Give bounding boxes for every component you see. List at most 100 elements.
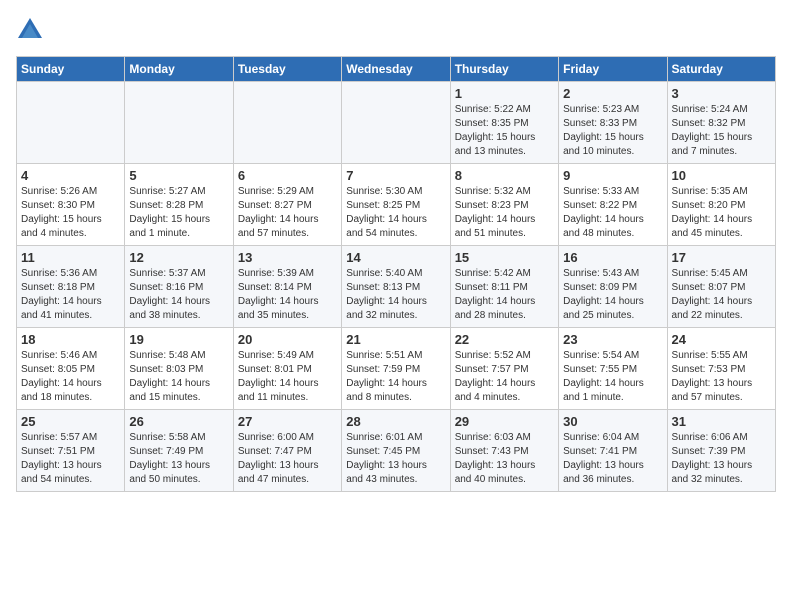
- day-info: Sunrise: 5:58 AM Sunset: 7:49 PM Dayligh…: [129, 431, 228, 487]
- day-number: 2: [563, 86, 662, 101]
- day-info: Sunrise: 5:33 AM Sunset: 8:22 PM Dayligh…: [563, 185, 662, 241]
- header-day-thursday: Thursday: [450, 57, 558, 82]
- day-info: Sunrise: 6:03 AM Sunset: 7:43 PM Dayligh…: [455, 431, 554, 487]
- day-number: 26: [129, 414, 228, 429]
- day-info: Sunrise: 5:40 AM Sunset: 8:13 PM Dayligh…: [346, 267, 445, 323]
- calendar-cell: 12 Sunrise: 5:37 AM Sunset: 8:16 PM Dayli…: [125, 246, 233, 328]
- day-number: 6: [238, 168, 337, 183]
- day-number: 30: [563, 414, 662, 429]
- header-day-monday: Monday: [125, 57, 233, 82]
- calendar-cell: 9 Sunrise: 5:33 AM Sunset: 8:22 PM Daylig…: [559, 164, 667, 246]
- calendar-cell: 10 Sunrise: 5:35 AM Sunset: 8:20 PM Dayli…: [667, 164, 775, 246]
- day-number: 23: [563, 332, 662, 347]
- calendar-cell: 2 Sunrise: 5:23 AM Sunset: 8:33 PM Daylig…: [559, 82, 667, 164]
- day-info: Sunrise: 5:46 AM Sunset: 8:05 PM Dayligh…: [21, 349, 120, 405]
- day-number: 12: [129, 250, 228, 265]
- day-info: Sunrise: 5:24 AM Sunset: 8:32 PM Dayligh…: [672, 103, 771, 159]
- calendar-cell: [233, 82, 341, 164]
- day-info: Sunrise: 5:48 AM Sunset: 8:03 PM Dayligh…: [129, 349, 228, 405]
- calendar-cell: 28 Sunrise: 6:01 AM Sunset: 7:45 PM Dayli…: [342, 410, 450, 492]
- day-number: 1: [455, 86, 554, 101]
- day-number: 11: [21, 250, 120, 265]
- day-number: 10: [672, 168, 771, 183]
- calendar-cell: 8 Sunrise: 5:32 AM Sunset: 8:23 PM Daylig…: [450, 164, 558, 246]
- day-number: 18: [21, 332, 120, 347]
- calendar-cell: 3 Sunrise: 5:24 AM Sunset: 8:32 PM Daylig…: [667, 82, 775, 164]
- calendar-cell: [17, 82, 125, 164]
- day-number: 5: [129, 168, 228, 183]
- calendar-cell: 22 Sunrise: 5:52 AM Sunset: 7:57 PM Dayli…: [450, 328, 558, 410]
- calendar-cell: 27 Sunrise: 6:00 AM Sunset: 7:47 PM Dayli…: [233, 410, 341, 492]
- day-number: 27: [238, 414, 337, 429]
- day-number: 14: [346, 250, 445, 265]
- calendar-cell: 23Sunrise: 5:54 AM Sunset: 7:55 PM Dayli…: [559, 328, 667, 410]
- day-info: Sunrise: 5:39 AM Sunset: 8:14 PM Dayligh…: [238, 267, 337, 323]
- day-number: 20: [238, 332, 337, 347]
- day-info: Sunrise: 5:49 AM Sunset: 8:01 PM Dayligh…: [238, 349, 337, 405]
- logo-icon: [16, 16, 44, 44]
- day-number: 9: [563, 168, 662, 183]
- day-number: 22: [455, 332, 554, 347]
- day-info: Sunrise: 6:00 AM Sunset: 7:47 PM Dayligh…: [238, 431, 337, 487]
- header-day-tuesday: Tuesday: [233, 57, 341, 82]
- calendar-cell: 21Sunrise: 5:51 AM Sunset: 7:59 PM Dayli…: [342, 328, 450, 410]
- day-number: 15: [455, 250, 554, 265]
- day-info: Sunrise: 5:36 AM Sunset: 8:18 PM Dayligh…: [21, 267, 120, 323]
- day-info: Sunrise: 5:51 AM Sunset: 7:59 PM Dayligh…: [346, 349, 445, 405]
- calendar-cell: 29Sunrise: 6:03 AM Sunset: 7:43 PM Dayli…: [450, 410, 558, 492]
- calendar-cell: 17 Sunrise: 5:45 AM Sunset: 8:07 PM Dayli…: [667, 246, 775, 328]
- day-info: Sunrise: 5:37 AM Sunset: 8:16 PM Dayligh…: [129, 267, 228, 323]
- calendar-week-5: 25Sunrise: 5:57 AM Sunset: 7:51 PM Dayli…: [17, 410, 776, 492]
- day-number: 8: [455, 168, 554, 183]
- header-day-saturday: Saturday: [667, 57, 775, 82]
- day-info: Sunrise: 5:26 AM Sunset: 8:30 PM Dayligh…: [21, 185, 120, 241]
- day-info: Sunrise: 5:22 AM Sunset: 8:35 PM Dayligh…: [455, 103, 554, 159]
- header-day-sunday: Sunday: [17, 57, 125, 82]
- calendar-cell: 18 Sunrise: 5:46 AM Sunset: 8:05 PM Dayli…: [17, 328, 125, 410]
- calendar-cell: 31Sunrise: 6:06 AM Sunset: 7:39 PM Dayli…: [667, 410, 775, 492]
- day-info: Sunrise: 5:30 AM Sunset: 8:25 PM Dayligh…: [346, 185, 445, 241]
- day-number: 31: [672, 414, 771, 429]
- calendar-cell: 25Sunrise: 5:57 AM Sunset: 7:51 PM Dayli…: [17, 410, 125, 492]
- day-info: Sunrise: 5:35 AM Sunset: 8:20 PM Dayligh…: [672, 185, 771, 241]
- day-info: Sunrise: 5:45 AM Sunset: 8:07 PM Dayligh…: [672, 267, 771, 323]
- calendar-cell: 26 Sunrise: 5:58 AM Sunset: 7:49 PM Dayli…: [125, 410, 233, 492]
- header-day-friday: Friday: [559, 57, 667, 82]
- calendar-week-3: 11 Sunrise: 5:36 AM Sunset: 8:18 PM Dayli…: [17, 246, 776, 328]
- calendar-week-4: 18 Sunrise: 5:46 AM Sunset: 8:05 PM Dayli…: [17, 328, 776, 410]
- day-info: Sunrise: 5:29 AM Sunset: 8:27 PM Dayligh…: [238, 185, 337, 241]
- calendar-week-2: 4 Sunrise: 5:26 AM Sunset: 8:30 PM Daylig…: [17, 164, 776, 246]
- day-number: 3: [672, 86, 771, 101]
- calendar-cell: 1 Sunrise: 5:22 AM Sunset: 8:35 PM Daylig…: [450, 82, 558, 164]
- calendar-cell: 11 Sunrise: 5:36 AM Sunset: 8:18 PM Dayli…: [17, 246, 125, 328]
- logo: [16, 16, 48, 44]
- calendar-cell: 13 Sunrise: 5:39 AM Sunset: 8:14 PM Dayli…: [233, 246, 341, 328]
- day-number: 16: [563, 250, 662, 265]
- day-info: Sunrise: 5:52 AM Sunset: 7:57 PM Dayligh…: [455, 349, 554, 405]
- header-row: SundayMondayTuesdayWednesdayThursdayFrid…: [17, 57, 776, 82]
- calendar-cell: 16Sunrise: 5:43 AM Sunset: 8:09 PM Dayli…: [559, 246, 667, 328]
- day-number: 4: [21, 168, 120, 183]
- calendar-cell: 14 Sunrise: 5:40 AM Sunset: 8:13 PM Dayli…: [342, 246, 450, 328]
- calendar-table: SundayMondayTuesdayWednesdayThursdayFrid…: [16, 56, 776, 492]
- calendar-cell: 4 Sunrise: 5:26 AM Sunset: 8:30 PM Daylig…: [17, 164, 125, 246]
- day-number: 24: [672, 332, 771, 347]
- calendar-cell: 5 Sunrise: 5:27 AM Sunset: 8:28 PM Daylig…: [125, 164, 233, 246]
- calendar-cell: [342, 82, 450, 164]
- day-number: 13: [238, 250, 337, 265]
- calendar-cell: 24 Sunrise: 5:55 AM Sunset: 7:53 PM Dayli…: [667, 328, 775, 410]
- day-number: 19: [129, 332, 228, 347]
- day-number: 17: [672, 250, 771, 265]
- calendar-week-1: 1 Sunrise: 5:22 AM Sunset: 8:35 PM Daylig…: [17, 82, 776, 164]
- day-number: 28: [346, 414, 445, 429]
- calendar-cell: 20 Sunrise: 5:49 AM Sunset: 8:01 PM Dayli…: [233, 328, 341, 410]
- day-info: Sunrise: 5:55 AM Sunset: 7:53 PM Dayligh…: [672, 349, 771, 405]
- day-info: Sunrise: 5:32 AM Sunset: 8:23 PM Dayligh…: [455, 185, 554, 241]
- calendar-cell: 30Sunrise: 6:04 AM Sunset: 7:41 PM Dayli…: [559, 410, 667, 492]
- day-info: Sunrise: 5:27 AM Sunset: 8:28 PM Dayligh…: [129, 185, 228, 241]
- day-info: Sunrise: 5:23 AM Sunset: 8:33 PM Dayligh…: [563, 103, 662, 159]
- calendar-cell: 19 Sunrise: 5:48 AM Sunset: 8:03 PM Dayli…: [125, 328, 233, 410]
- calendar-cell: 7Sunrise: 5:30 AM Sunset: 8:25 PM Daylig…: [342, 164, 450, 246]
- calendar-cell: 15Sunrise: 5:42 AM Sunset: 8:11 PM Dayli…: [450, 246, 558, 328]
- day-info: Sunrise: 6:01 AM Sunset: 7:45 PM Dayligh…: [346, 431, 445, 487]
